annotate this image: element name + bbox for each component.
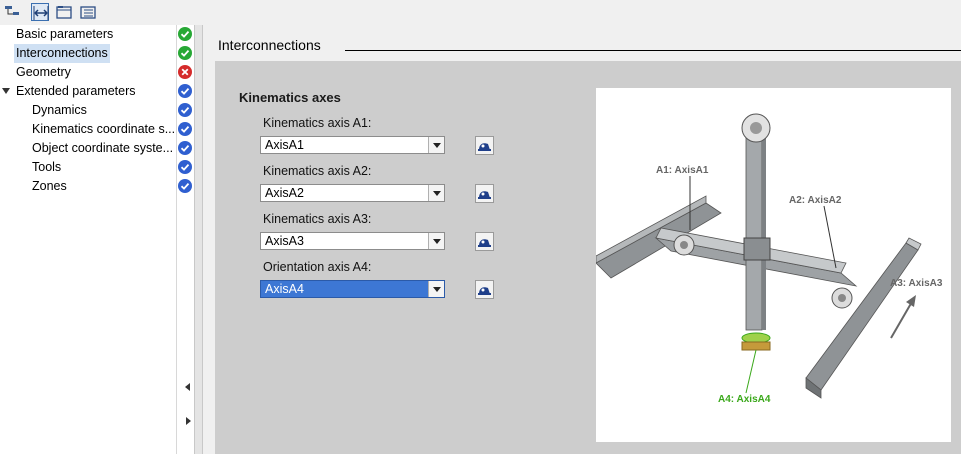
tree-item-label: Zones [32,179,67,193]
tree-item-dynamics[interactable]: Dynamics [0,101,176,120]
folder-open-icon[interactable] [55,3,73,21]
status-ok-icon [178,46,192,60]
axis-a2-value: AxisA2 [265,186,304,200]
axis-a2-label: Kinematics axis A2: [263,164,372,178]
axis-a1-label: Kinematics axis A1: [263,116,372,130]
tree-item-tools[interactable]: Tools [0,158,176,177]
status-info-icon [178,103,192,117]
expand-arrow-icon[interactable] [2,88,10,94]
axis-a4-value: AxisA4 [265,282,304,296]
axis-a1-caption: A1: AxisA1 [656,165,709,176]
technology-object-icon [478,239,491,247]
navigation-tree: Basic parameters Interconnections Geomet… [0,25,176,454]
carriage [743,237,771,261]
tree-item-label: Kinematics coordinate s... [32,122,176,136]
title-divider [345,50,961,51]
axis-a2-browse-button[interactable] [475,184,494,203]
folder-tree-icon[interactable] [79,3,97,21]
axis-a1-value: AxisA1 [265,138,304,152]
tree-item-kinematics-coordinate-system[interactable]: Kinematics coordinate s... [0,120,176,139]
tree-item-extended-parameters[interactable]: Extended parameters [0,82,176,101]
section-title: Kinematics axes [239,90,341,105]
tree-item-label: Basic parameters [16,27,114,41]
tree-item-zones[interactable]: Zones [0,177,176,196]
technology-object-icon [478,143,491,151]
status-info-icon [178,160,192,174]
axis-a4-select[interactable]: AxisA4 [260,280,445,298]
tree-item-label: Interconnections [14,44,110,63]
axis-a4-browse-button[interactable] [475,280,494,299]
axis-a1-select[interactable]: AxisA1 [260,136,445,154]
tree-item-interconnections[interactable]: Interconnections [0,44,176,63]
status-info-icon [178,122,192,136]
tree-item-geometry[interactable]: Geometry [0,63,176,82]
chevron-down-icon[interactable] [428,185,444,201]
axis-a4-label: Orientation axis A4: [263,260,372,274]
technology-object-icon [478,191,491,199]
tree-item-object-coordinate-system[interactable]: Object coordinate syste... [0,139,176,158]
collapse-left-icon[interactable] [185,383,190,391]
axis-a2-select[interactable]: AxisA2 [260,184,445,202]
axis-a3-label: Kinematics axis A3: [263,212,372,226]
technology-object-icon [478,287,491,295]
chevron-down-icon[interactable] [428,137,444,153]
tree-item-label: Extended parameters [16,84,136,98]
tree-item-label: Object coordinate syste... [32,141,174,155]
wheel-a1-hub [680,241,688,249]
wheel-a2-hub [838,294,846,302]
page-title: Interconnections [218,37,321,53]
status-error-icon [178,65,192,79]
gripper [741,341,771,351]
axis-a2-caption: A2: AxisA2 [789,195,842,206]
status-info-icon [178,141,192,155]
axis-a3-browse-button[interactable] [475,232,494,251]
chevron-down-icon[interactable] [428,233,444,249]
panel-splitter[interactable] [185,25,215,454]
expand-right-icon[interactable] [186,417,191,425]
sidebar-scrollbar[interactable] [194,25,203,454]
axis-a4-caption: A4: AxisA4 [718,394,771,405]
column-a1 [745,129,763,331]
network-view-icon[interactable] [3,3,21,21]
tree-item-label: Dynamics [32,103,87,117]
status-info-icon [178,84,192,98]
axis-a3-select[interactable]: AxisA3 [260,232,445,250]
column-a1-side [762,130,766,330]
axis-a3-caption: A3: AxisA3 [890,278,943,289]
content-area: Kinematics axes Kinematics axis A1: Axis… [215,61,961,454]
axis-a3-value: AxisA3 [265,234,304,248]
tree-item-basic-parameters[interactable]: Basic parameters [0,25,176,44]
top-pulley-hub [750,122,762,134]
tree-item-label: Geometry [16,65,71,79]
status-ok-icon [178,27,192,41]
splitter-toggle-icon[interactable] [31,3,49,21]
toolbar [0,0,200,25]
chevron-down-icon[interactable] [428,281,444,297]
kinematics-illustration: A1: AxisA1 A2: AxisA2 A3: AxisA3 A4: Axi… [596,88,951,442]
axis-a1-browse-button[interactable] [475,136,494,155]
tree-item-label: Tools [32,160,62,174]
main-panel: Interconnections Kinematics axes Kinemat… [215,25,961,454]
axis-a3-arrow [890,299,914,339]
status-info-icon [178,179,192,193]
